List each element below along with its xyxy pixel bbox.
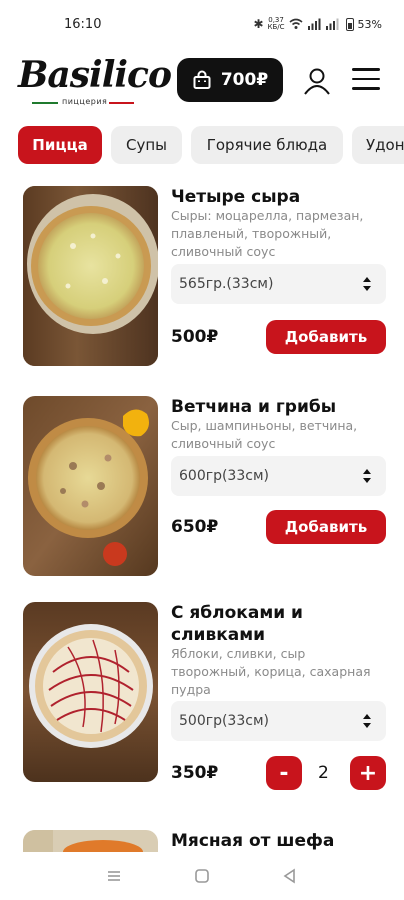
- product-price: 500₽: [171, 327, 219, 347]
- bluetooth-icon: ✱: [253, 17, 264, 31]
- product-card: Ветчина и грибы Сыр, шампиньоны, ветчина…: [0, 396, 404, 578]
- product-image[interactable]: [23, 602, 158, 782]
- back-icon[interactable]: [282, 868, 298, 884]
- size-value: 500гр(33см): [179, 713, 269, 729]
- battery-icon: [345, 17, 354, 31]
- category-tabs: Пицца Супы Горячие блюда Удон: [0, 126, 404, 164]
- signal-icon-2: [325, 18, 339, 30]
- product-card: С яблоками и сливками Яблоки, сливки, сы…: [0, 602, 404, 790]
- home-icon[interactable]: [194, 868, 210, 884]
- product-image[interactable]: [23, 830, 158, 852]
- product-description: Сыр, шампиньоны, ветчина, сливочный соус: [171, 418, 358, 451]
- sort-arrows-icon: [363, 469, 371, 483]
- logo-name: Basilico: [18, 54, 172, 96]
- add-to-cart-button[interactable]: Добавить: [266, 510, 386, 544]
- increase-quantity-button[interactable]: +: [350, 756, 386, 790]
- size-value: 565гр.(33см): [179, 276, 274, 292]
- system-nav-bar: [0, 852, 404, 900]
- signal-icon: [307, 18, 321, 30]
- wifi-icon: [289, 18, 303, 29]
- status-bar: 16:10 ✱ 0,37 КБ/С 53%: [0, 0, 404, 48]
- product-price: 350₽: [171, 763, 219, 783]
- tab-soups[interactable]: Супы: [111, 126, 182, 164]
- size-select[interactable]: 600гр(33см): [171, 456, 386, 496]
- size-select[interactable]: 500гр(33см): [171, 701, 386, 741]
- product-image[interactable]: [23, 186, 158, 366]
- product-image[interactable]: [23, 396, 158, 576]
- tab-udon[interactable]: Удон: [352, 126, 404, 164]
- size-select[interactable]: 565гр.(33см): [171, 264, 386, 304]
- add-to-cart-button[interactable]: Добавить: [266, 320, 386, 354]
- brand-logo[interactable]: Basilico пиццерия: [18, 54, 172, 112]
- size-value: 600гр(33см): [179, 468, 269, 484]
- product-card: Мясная от шефа: [0, 830, 404, 852]
- status-icons: ✱ 0,37 КБ/С 53%: [253, 16, 382, 32]
- product-title: С яблоками и сливками: [171, 603, 303, 645]
- product-description: Яблоки, сливки, сыр творожный, корица, с…: [171, 646, 371, 697]
- product-title: Мясная от шефа: [171, 831, 335, 851]
- logo-line-green: [32, 102, 58, 104]
- tab-hot-dishes[interactable]: Горячие блюда: [191, 126, 343, 164]
- user-icon[interactable]: [302, 66, 332, 96]
- cart-total: 700₽: [220, 70, 269, 90]
- product-description: Сыры: моцарелла, пармезан, плавленый, тв…: [171, 208, 364, 259]
- tab-pizza[interactable]: Пицца: [18, 126, 102, 164]
- sort-arrows-icon: [363, 277, 371, 291]
- product-title: Четыре сыра: [171, 187, 301, 207]
- sort-arrows-icon: [363, 714, 371, 728]
- recent-apps-icon[interactable]: [106, 868, 122, 884]
- product-card: Четыре сыра Сыры: моцарелла, пармезан, п…: [0, 186, 404, 368]
- product-price: 650₽: [171, 517, 219, 537]
- logo-line-red: [106, 102, 134, 104]
- logo-subtitle: пиццерия: [60, 97, 110, 106]
- cart-button[interactable]: 700₽: [177, 58, 283, 102]
- app-header: Basilico пиццерия 700₽: [0, 50, 404, 116]
- net-speed: 0,37 КБ/С: [267, 16, 285, 31]
- status-time: 16:10: [64, 16, 102, 32]
- hamburger-menu-icon[interactable]: [352, 68, 380, 94]
- shopping-bag-icon: [193, 70, 211, 89]
- decrease-quantity-button[interactable]: -: [266, 756, 302, 790]
- quantity-value: 2: [318, 763, 329, 783]
- battery-level: 53%: [357, 17, 382, 31]
- product-title: Ветчина и грибы: [171, 397, 337, 417]
